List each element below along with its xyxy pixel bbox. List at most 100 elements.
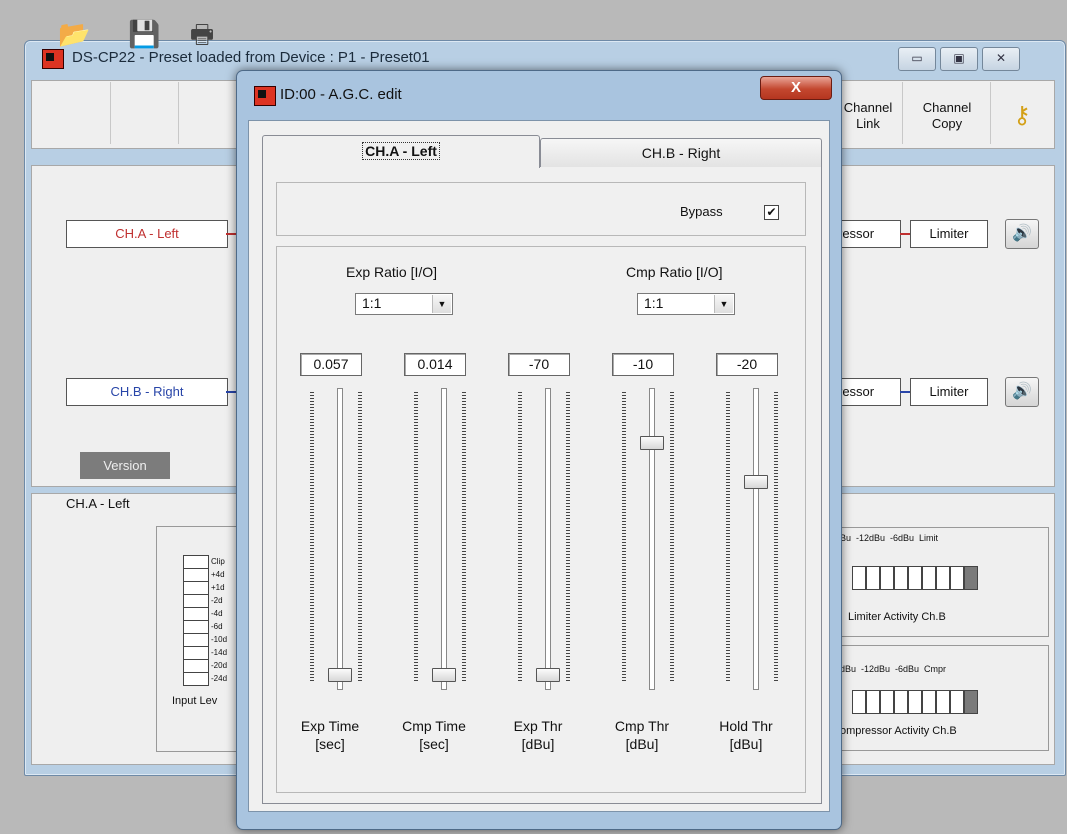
dialog-title: ID:00 - A.G.C. edit [280, 86, 402, 103]
limiter-b-block[interactable]: Limiter [910, 378, 988, 406]
exp-ratio-select[interactable]: 1:1 ▼ [355, 293, 453, 315]
activity-cell [852, 566, 866, 590]
cmp-ratio-label: Cmp Ratio [I/O] [626, 264, 723, 280]
activity-cell [866, 566, 880, 590]
slider-ticks [566, 392, 570, 682]
cmp-ratio-select[interactable]: 1:1 ▼ [637, 293, 735, 315]
toolbar-separator [902, 82, 903, 144]
activity-cell [852, 690, 866, 714]
hold-thr-label: Hold Thr [dBu] [706, 717, 786, 753]
slider-ticks [310, 392, 314, 682]
ch-b-routing-label[interactable]: CH.B - Right [66, 378, 228, 406]
tab-ch-a-left[interactable]: CH.A - Left [262, 135, 540, 168]
slider-track [649, 388, 655, 690]
status-panel-legend: CH.A - Left [64, 496, 132, 511]
meter-cell [183, 594, 209, 608]
dialog-close-button[interactable]: X [760, 76, 832, 100]
activity-cell [894, 566, 908, 590]
chevron-down-icon: ▼ [432, 295, 451, 313]
limiter-activity-caption: Limiter Activity Ch.B [848, 611, 946, 623]
speaker-b-icon[interactable]: 🔊 [1005, 377, 1039, 407]
exp-thr-label-name: Exp Thr [513, 718, 563, 734]
app-icon [42, 49, 64, 69]
hold-thr-value-field[interactable]: -20 [716, 353, 778, 376]
tab-ch-b-right[interactable]: CH.B - Right [540, 138, 822, 167]
print-icon[interactable]: 🖶 [186, 18, 218, 50]
meter-cell [183, 620, 209, 634]
activity-cell [964, 566, 978, 590]
limiter-a-block[interactable]: Limiter [910, 220, 988, 248]
key-icon[interactable]: ⚷ [1006, 100, 1038, 132]
slider-thumb[interactable] [328, 668, 352, 682]
hold-thr-label-unit: [dBu] [729, 736, 763, 752]
exp-time-value-field[interactable]: 0.057 [300, 353, 362, 376]
cmp-thr-label: Cmp Thr [dBu] [602, 717, 682, 753]
activity-cell [922, 690, 936, 714]
compressor-b-block[interactable]: ressor [838, 378, 901, 406]
exp-thr-label-unit: [dBu] [521, 736, 555, 752]
cmp-thr-label-name: Cmp Thr [614, 718, 670, 734]
exp-thr-label: Exp Thr [dBu] [498, 717, 578, 753]
channel-copy-button[interactable]: Channel Copy [908, 82, 986, 142]
maximize-button[interactable]: ▣ [940, 47, 978, 71]
exp-thr-slider[interactable] [518, 388, 578, 692]
minimize-button[interactable]: ▭ [898, 47, 936, 71]
meter-cell [183, 633, 209, 647]
close-main-button[interactable]: ✕ [982, 47, 1020, 71]
exp-time-label: Exp Time [sec] [290, 717, 370, 753]
cmp-thr-label-unit: [dBu] [625, 736, 659, 752]
channel-link-button[interactable]: Channel Link [838, 82, 898, 142]
cmp-thr-value-field[interactable]: -10 [612, 353, 674, 376]
slider-thumb[interactable] [536, 668, 560, 682]
slider-ticks [358, 392, 362, 682]
hold-thr-slider[interactable] [726, 388, 786, 692]
compressor-scale: dBu -12dBu -6dBu Cmpr [840, 664, 947, 674]
activity-cell [894, 690, 908, 714]
cmp-time-label-name: Cmp Time [402, 718, 466, 734]
compressor-a-block[interactable]: ressor [838, 220, 901, 248]
bypass-checkbox[interactable]: ✔ [764, 205, 779, 220]
cmp-time-value-field[interactable]: 0.014 [404, 353, 466, 376]
meter-cell [183, 659, 209, 673]
slider-ticks [462, 392, 466, 682]
cmp-time-label: Cmp Time [sec] [394, 717, 474, 753]
slider-track [545, 388, 551, 690]
slider-ticks [622, 392, 626, 682]
speaker-a-icon[interactable]: 🔊 [1005, 219, 1039, 249]
version-button[interactable]: Version [80, 452, 170, 479]
bypass-label: Bypass [680, 204, 723, 219]
activity-cell [950, 690, 964, 714]
ch-a-routing-label[interactable]: CH.A - Left [66, 220, 228, 248]
toolbar-separator [990, 82, 991, 144]
slider-ticks [774, 392, 778, 682]
toolbar-separator [110, 82, 111, 144]
limiter-scale: Bu -12dBu -6dBu Limit [840, 533, 939, 543]
meter-cell [183, 568, 209, 582]
meter-cell [183, 607, 209, 621]
activity-cell [880, 566, 894, 590]
exp-ratio-label: Exp Ratio [I/O] [346, 264, 438, 280]
activity-cell [936, 690, 950, 714]
slider-thumb[interactable] [744, 474, 768, 489]
slider-track [337, 388, 343, 690]
open-folder-icon[interactable]: 📂 [58, 18, 90, 50]
activity-cell [908, 690, 922, 714]
hold-thr-label-name: Hold Thr [719, 718, 773, 734]
save-icon[interactable]: 💾 [128, 18, 160, 50]
slider-thumb[interactable] [432, 668, 456, 682]
exp-thr-value-field[interactable]: -70 [508, 353, 570, 376]
meter-cell [183, 581, 209, 595]
cmp-time-slider[interactable] [414, 388, 474, 692]
input-level-meter [183, 555, 209, 686]
cmp-thr-slider[interactable] [622, 388, 682, 692]
slider-track [753, 388, 759, 690]
meter-cell [183, 672, 209, 686]
exp-time-slider[interactable] [310, 388, 370, 692]
toolbar-separator [178, 82, 179, 144]
routing-connector [900, 233, 910, 235]
dialog-app-icon [254, 86, 276, 106]
activity-cell [866, 690, 880, 714]
input-level-scale: Clip +4d +1d -2d -4d -6d -10d -14d -20d … [211, 557, 228, 683]
slider-thumb[interactable] [640, 435, 664, 450]
cmp-time-label-unit: [sec] [419, 736, 449, 752]
